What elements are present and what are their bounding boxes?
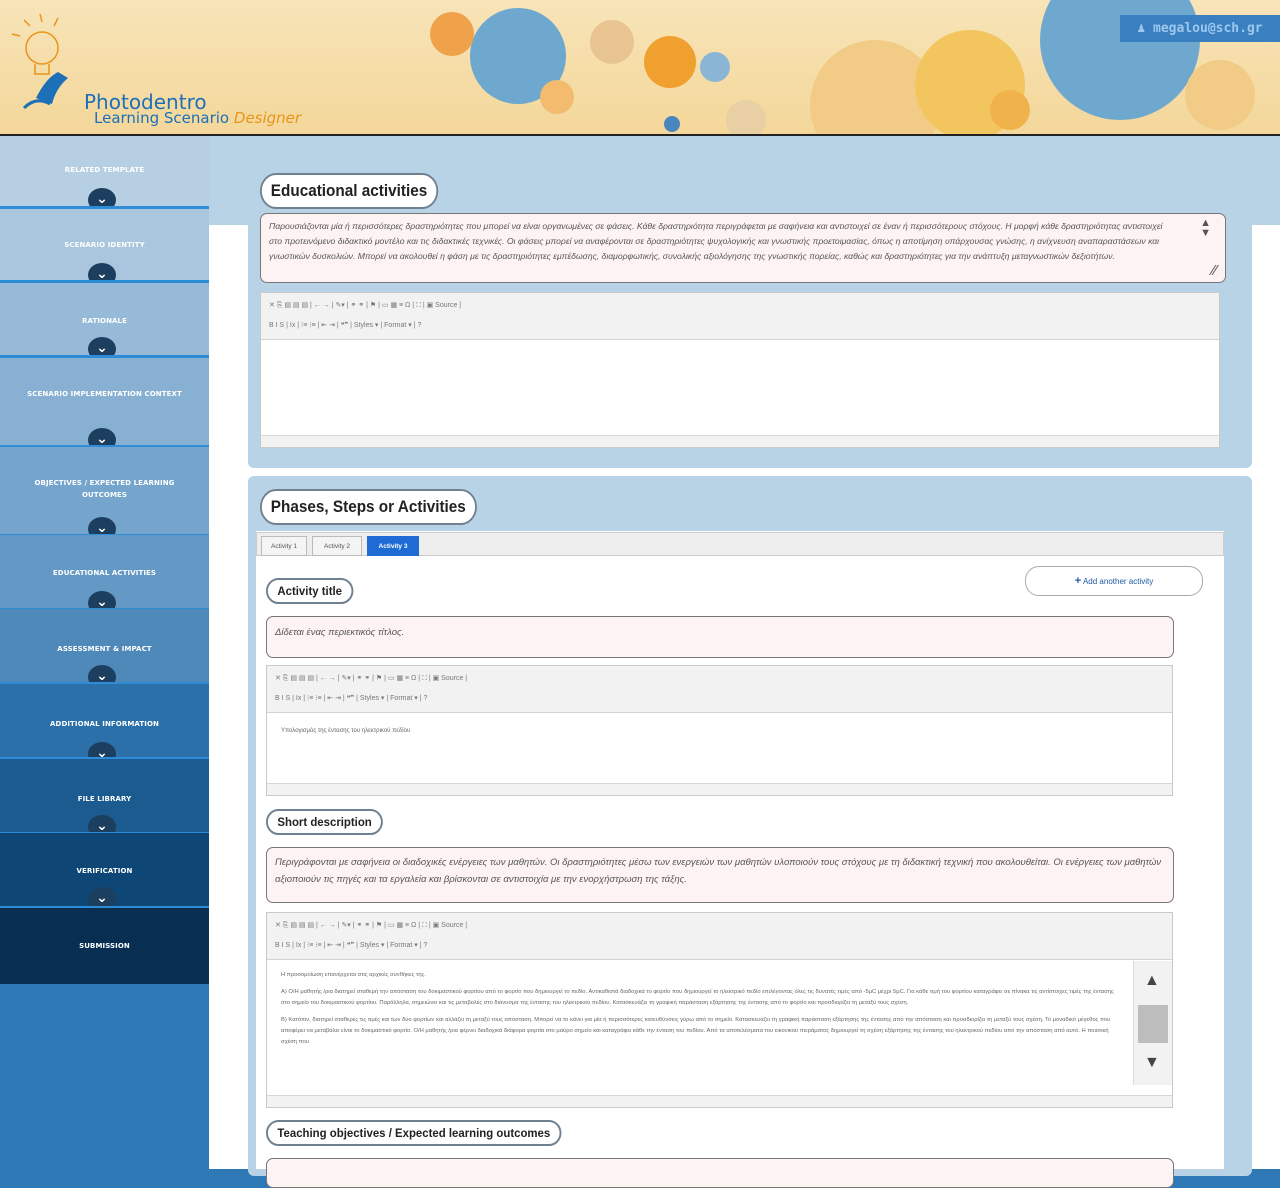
help-text-box: Παρουσιάζονται μία ή περισσότερες δραστη… <box>260 213 1226 283</box>
paragraph: Β) Κατόπιν, διατηρεί σταθερές τις τιμές … <box>281 1017 1111 1045</box>
activity-title-help: Δίδεται ένας περιεκτικός τίτλος. <box>266 616 1174 658</box>
scroll-down-icon[interactable]: ▼ <box>1144 1055 1160 1071</box>
short-description-help: Περιγράφονται με σαφήνεια οι διαδοχικές … <box>266 847 1174 903</box>
toolbar-row-1[interactable]: ✕ ⎘ ▤ ▤ ▤ | ← → | ✎▾ | ⚭ ⚭ | ⚑ | ▭ ▦ ≡ Ω… <box>275 916 1164 936</box>
sidebar-item-objectives[interactable]: OBJECTIVES / EXPECTED LEARNING OUTCOMES … <box>0 447 209 541</box>
user-menu[interactable]: ♟ megalou@sch.gr <box>1120 15 1280 42</box>
sidebar-item-verification[interactable]: VERIFICATION ⌄ <box>0 833 209 911</box>
logo-subtitle-text: Learning Scenario <box>94 109 230 127</box>
help-text: Παρουσιάζονται μία ή περισσότερες δραστη… <box>269 221 1163 261</box>
teaching-objectives-label: Teaching objectives / Expected learning … <box>266 1120 562 1146</box>
decor-bubble <box>664 116 680 132</box>
tab-activity-1[interactable]: Activity 1 <box>261 536 307 556</box>
sidebar-item-label: VERIFICATION <box>76 867 133 875</box>
paragraph: Η προσομοίωση επανέρχεται στις αρχικές σ… <box>281 972 426 978</box>
decor-bubble <box>700 52 730 82</box>
decor-bubble <box>726 100 766 134</box>
add-activity-label: Add another activity <box>1082 577 1154 586</box>
educational-activities-panel: Educational activities Παρουσιάζονται μί… <box>248 154 1252 468</box>
toolbar-row-1[interactable]: ✕ ⎘ ▤ ▤ ▤ | ← → | ✎▾ | ⚭ ⚭ | ⚑ | ▭ ▦ ≡ Ω… <box>269 296 1211 316</box>
section-title: Phases, Steps or Activities <box>260 489 477 525</box>
sidebar-item-label: RATIONALE <box>81 317 127 325</box>
paragraph: Α) Ο/Η μαθητής /ρια διατηρεί σταθερή την… <box>281 989 1114 1006</box>
decor-bubble <box>430 12 474 56</box>
sidebar-item-label: ASSESSMENT & IMPACT <box>57 645 152 653</box>
sidebar-item-label: SUBMISSION <box>79 942 130 950</box>
activity-title-editor[interactable]: ✕ ⎘ ▤ ▤ ▤ | ← → | ✎▾ | ⚭ ⚭ | ⚑ | ▭ ▦ ≡ Ω… <box>266 665 1173 796</box>
sidebar-item-label: EDUCATIONAL ACTIVITIES <box>52 569 157 577</box>
main-content: Educational activities Παρουσιάζονται μί… <box>209 136 1280 1188</box>
editor-toolbar[interactable]: ✕ ⎘ ▤ ▤ ▤ | ← → | ✎▾ | ⚭ ⚭ | ⚑ | ▭ ▦ ≡ Ω… <box>267 913 1172 960</box>
scroll-thumb[interactable] <box>1138 1005 1168 1043</box>
app-header: Photodentro Learning Scenario Designer ♟… <box>0 0 1280 136</box>
user-email: megalou@sch.gr <box>1153 21 1263 36</box>
decor-bubble <box>1185 60 1255 130</box>
activity-title-content[interactable]: Υπολογισμός της έντασης του ηλεκτρικού π… <box>267 714 1172 749</box>
editor-status-bar <box>267 783 1172 795</box>
toolbar-row-2[interactable]: B I S | Ix | ⁝≡ ⁝≡ | ⇤ ⇥ | ❝❞ | Styles ▾… <box>269 316 1211 336</box>
decor-bubble <box>540 80 574 114</box>
sidebar-item-additional-information[interactable]: ADDITIONAL INFORMATION ⌄ <box>0 684 209 766</box>
sidebar-item-rationale[interactable]: RATIONALE ⌄ <box>0 283 209 361</box>
editor-toolbar[interactable]: ✕ ⎘ ▤ ▤ ▤ | ← → | ✎▾ | ⚭ ⚭ | ⚑ | ▭ ▦ ≡ Ω… <box>267 666 1172 713</box>
resize-handle-icon[interactable]: ⁄⁄ <box>1212 263 1217 278</box>
photodentro-logo[interactable]: Photodentro Learning Scenario Designer <box>6 8 306 128</box>
plus-icon: + <box>1074 575 1082 587</box>
editor-toolbar[interactable]: ✕ ⎘ ▤ ▤ ▤ | ← → | ✎▾ | ⚭ ⚭ | ⚑ | ▭ ▦ ≡ Ω… <box>261 293 1219 340</box>
sidebar-item-label: ADDITIONAL INFORMATION <box>50 720 159 728</box>
lightbulb-logo-icon <box>11 13 68 110</box>
editor-status-bar <box>267 1095 1172 1107</box>
teaching-objectives-help <box>266 1158 1174 1188</box>
toolbar-row-2[interactable]: B I S | Ix | ⁝≡ ⁝≡ | ⇤ ⇥ | ❝❞ | Styles ▾… <box>275 689 1164 709</box>
sidebar-item-submission[interactable]: SUBMISSION <box>0 908 209 984</box>
sidebar-item-scenario-identity[interactable]: SCENARIO IDENTITY ⌄ <box>0 209 209 287</box>
sidebar-item-educational-activities[interactable]: EDUCATIONAL ACTIVITIES ⌄ <box>0 535 209 615</box>
tab-activity-3[interactable]: Activity 3 <box>367 536 419 556</box>
logo-subtitle-accent: Designer <box>233 109 302 127</box>
activity-tabs: Activity 1 Activity 2 Activity 3 <box>256 532 1224 556</box>
sidebar-item-file-library[interactable]: FILE LIBRARY ⌄ <box>0 759 209 839</box>
toolbar-row-1[interactable]: ✕ ⎘ ▤ ▤ ▤ | ← → | ✎▾ | ⚭ ⚭ | ⚑ | ▭ ▦ ≡ Ω… <box>275 669 1164 689</box>
sidebar-item-related-template[interactable]: RELATED TEMPLATE ⌄ <box>0 136 209 212</box>
spinner-icon[interactable]: ▲ ▼ <box>1200 218 1211 239</box>
activity-title-label: Activity title <box>266 578 354 604</box>
short-description-label: Short description <box>266 809 384 835</box>
short-description-editor[interactable]: ✕ ⎘ ▤ ▤ ▤ | ← → | ✎▾ | ⚭ ⚭ | ⚑ | ▭ ▦ ≡ Ω… <box>266 912 1173 1108</box>
toolbar-row-2[interactable]: B I S | Ix | ⁝≡ ⁝≡ | ⇤ ⇥ | ❝❞ | Styles ▾… <box>275 936 1164 956</box>
sidebar-item-assessment-impact[interactable]: ASSESSMENT & IMPACT ⌄ <box>0 609 209 689</box>
sidebar-item-label: FILE LIBRARY <box>77 795 132 803</box>
tab-activity-2[interactable]: Activity 2 <box>312 536 362 556</box>
rich-text-editor[interactable]: ✕ ⎘ ▤ ▤ ▤ | ← → | ✎▾ | ⚭ ⚭ | ⚑ | ▭ ▦ ≡ Ω… <box>260 292 1220 448</box>
scrollbar[interactable]: ▲ ▼ <box>1133 961 1172 1085</box>
sidebar-item-implementation-context[interactable]: SCENARIO IMPLEMENTATION CONTEXT ⌄ <box>0 358 209 452</box>
sidebar-item-label: SCENARIO IDENTITY <box>64 241 145 249</box>
editor-status-bar <box>261 435 1219 447</box>
decor-bubble <box>990 90 1030 130</box>
section-title: Educational activities <box>260 173 439 209</box>
sidebar-nav: RELATED TEMPLATE ⌄ SCENARIO IDENTITY ⌄ R… <box>0 136 209 1169</box>
sidebar-item-label: RELATED TEMPLATE <box>64 166 145 174</box>
sidebar-item-label: OBJECTIVES / EXPECTED LEARNING OUTCOMES <box>34 479 175 499</box>
decor-bubble <box>590 20 634 64</box>
decor-bubble <box>644 36 696 88</box>
short-description-content[interactable]: Η προσομοίωση επανέρχεται στις αρχικές σ… <box>267 961 1130 1097</box>
sidebar-item-label: SCENARIO IMPLEMENTATION CONTEXT <box>27 390 182 398</box>
user-icon: ♟ <box>1137 21 1146 36</box>
scroll-up-icon[interactable]: ▲ <box>1144 973 1160 989</box>
logo-subtitle: Learning Scenario Designer <box>94 109 301 127</box>
add-activity-button[interactable]: + Add another activity <box>1025 566 1203 596</box>
